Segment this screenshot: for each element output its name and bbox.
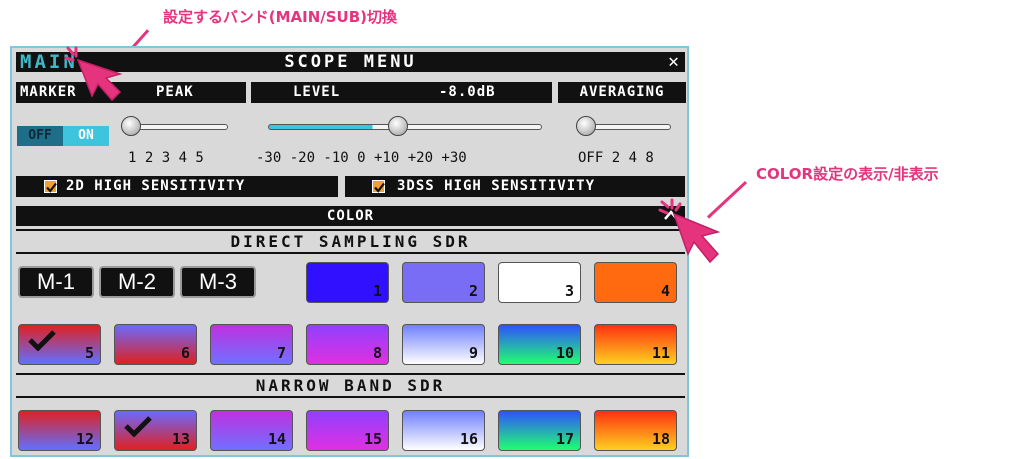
- direct-sampling-title: DIRECT SAMPLING SDR: [230, 232, 471, 251]
- swatch-number: 18: [651, 430, 670, 448]
- color-swatch-3[interactable]: 3: [498, 262, 581, 303]
- marker-ticks: 1 2 3 4 5: [128, 150, 204, 166]
- swatch-number: 14: [267, 430, 286, 448]
- toggle-on[interactable]: ON: [63, 126, 109, 146]
- color-swatch-5[interactable]: 5: [18, 324, 101, 365]
- averaging-slider-knob[interactable]: [576, 116, 596, 136]
- color-swatch-8[interactable]: 8: [306, 324, 389, 365]
- swatch-number: 2: [468, 282, 478, 300]
- marker-slider-knob[interactable]: [121, 116, 141, 136]
- color-swatch-18[interactable]: 18: [594, 410, 677, 451]
- color-toggle-callout: COLOR設定の表示/非表示: [756, 165, 939, 183]
- color-section-title: COLOR: [326, 208, 375, 224]
- color-swatch-1[interactable]: 1: [306, 262, 389, 303]
- memory-button-1[interactable]: M-1: [18, 266, 94, 298]
- narrow-band-title: NARROW BAND SDR: [255, 376, 446, 395]
- swatch-number: 7: [276, 344, 286, 362]
- level-label-box: LEVEL -8.0dB: [251, 82, 552, 103]
- close-icon[interactable]: ✕: [668, 51, 679, 72]
- swatch-number: 5: [84, 344, 94, 362]
- scope-menu-panel: MAIN SCOPE MENU ✕ MARKER PEAK LEVEL -8.0…: [10, 46, 689, 457]
- swatch-number: 13: [171, 430, 190, 448]
- swatch-number: 11: [651, 344, 670, 362]
- color-swatch-15[interactable]: 15: [306, 410, 389, 451]
- 2d-high-sensitivity-label: 2D HIGH SENSITIVITY: [66, 178, 246, 194]
- averaging-ticks: OFF 2 4 8: [578, 150, 654, 166]
- swatch-number: 8: [372, 344, 382, 362]
- checkmark-icon: [27, 329, 57, 355]
- level-label: LEVEL: [293, 84, 341, 100]
- divider: [16, 229, 685, 231]
- swatch-number: 12: [75, 430, 94, 448]
- color-swatch-7[interactable]: 7: [210, 324, 293, 365]
- swatch-number: 9: [468, 344, 478, 362]
- swatch-number: 4: [660, 282, 670, 300]
- band-switch-callout: 設定するバンド(MAIN/SUB)切換: [163, 8, 398, 26]
- divider: [16, 252, 685, 254]
- checkmark-icon: [123, 415, 153, 441]
- averaging-label: AVERAGING: [558, 82, 686, 103]
- 3dss-high-sensitivity-label: 3DSS HIGH SENSITIVITY: [397, 178, 596, 194]
- swatch-number: 1: [372, 282, 382, 300]
- checkbox-icon[interactable]: [44, 180, 57, 193]
- toggle-off[interactable]: OFF: [17, 126, 63, 146]
- color-swatch-16[interactable]: 16: [402, 410, 485, 451]
- memory-button-2[interactable]: M-2: [99, 266, 175, 298]
- swatch-number: 15: [363, 430, 382, 448]
- scope-onoff-toggle[interactable]: OFF ON: [17, 126, 109, 146]
- swatch-number: 17: [555, 430, 574, 448]
- swatch-number: 6: [180, 344, 190, 362]
- color-swatch-13[interactable]: 13: [114, 410, 197, 451]
- level-ticks: -30 -20 -10 0 +10 +20 +30: [256, 150, 467, 166]
- color-swatch-17[interactable]: 17: [498, 410, 581, 451]
- level-slider-knob[interactable]: [388, 116, 409, 136]
- divider: [16, 373, 685, 375]
- color-swatch-14[interactable]: 14: [210, 410, 293, 451]
- color-swatch-11[interactable]: 11: [594, 324, 677, 365]
- marker-value: PEAK: [156, 84, 194, 100]
- 2d-high-sensitivity[interactable]: 2D HIGH SENSITIVITY: [16, 176, 338, 197]
- memory-button-3[interactable]: M-3: [180, 266, 256, 298]
- checkbox-icon[interactable]: [372, 180, 385, 193]
- color-swatch-10[interactable]: 10: [498, 324, 581, 365]
- color-swatch-9[interactable]: 9: [402, 324, 485, 365]
- color-swatch-2[interactable]: 2: [402, 262, 485, 303]
- level-value: -8.0dB: [439, 84, 496, 100]
- pointer-hand-icon: [64, 46, 123, 102]
- swatch-number: 10: [555, 344, 574, 362]
- swatch-number: 3: [564, 282, 574, 300]
- color-section-header[interactable]: COLOR: [16, 206, 685, 226]
- swatch-number: 16: [459, 430, 478, 448]
- color-swatch-12[interactable]: 12: [18, 410, 101, 451]
- pointer-hand-icon: [658, 198, 721, 264]
- color-swatch-6[interactable]: 6: [114, 324, 197, 365]
- divider: [16, 396, 685, 398]
- 3dss-high-sensitivity[interactable]: 3DSS HIGH SENSITIVITY: [345, 176, 685, 197]
